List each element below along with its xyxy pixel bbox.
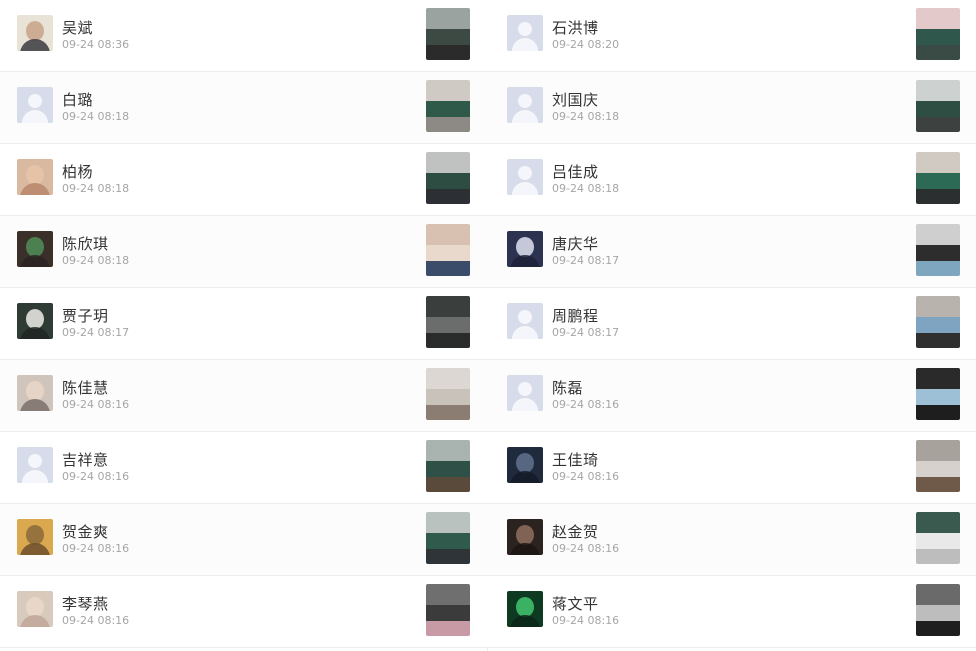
list-item[interactable]: 陈磊 09-24 08:16 — [488, 360, 976, 432]
check-in-time: 09-24 08:18 — [62, 110, 130, 123]
student-name: 陈佳慧 — [62, 379, 109, 397]
avatar[interactable] — [17, 375, 53, 411]
list-item[interactable]: 陈佳慧 09-24 08:16 — [0, 360, 488, 432]
check-in-photo-thumbnail[interactable] — [426, 440, 470, 492]
avatar[interactable] — [17, 303, 53, 339]
check-in-photo-thumbnail[interactable] — [916, 584, 960, 636]
avatar[interactable] — [17, 159, 53, 195]
avatar[interactable] — [17, 519, 53, 555]
right-column: 石洪博 09-24 08:20 刘国庆 09-24 08:18 吕佳成 09-24 08:… — [488, 0, 976, 651]
left-column: 吴斌 09-24 08:36 白璐 09-24 08:18 柏杨 09-24 08:18 陈… — [0, 0, 488, 651]
default-avatar-icon[interactable] — [507, 159, 543, 195]
check-in-time: 09-24 08:17 — [552, 254, 620, 267]
check-in-photo-thumbnail[interactable] — [426, 152, 470, 204]
check-in-time: 09-24 08:18 — [62, 254, 130, 267]
avatar[interactable] — [507, 591, 543, 627]
student-name: 周鹏程 — [552, 307, 599, 325]
check-in-time: 09-24 08:17 — [62, 326, 130, 339]
check-in-photo-thumbnail[interactable] — [916, 368, 960, 420]
list-item[interactable]: 吉祥意 09-24 08:16 — [0, 432, 488, 504]
check-in-time: 09-24 08:36 — [62, 38, 130, 51]
student-name: 石洪博 — [552, 19, 599, 37]
list-item[interactable]: 蒋文平 09-24 08:16 — [488, 576, 976, 648]
avatar[interactable] — [17, 591, 53, 627]
check-in-photo-thumbnail[interactable] — [426, 8, 470, 60]
check-in-time: 09-24 08:18 — [552, 110, 620, 123]
list-item[interactable]: 吕佳成 09-24 08:18 — [488, 144, 976, 216]
check-in-time: 09-24 08:17 — [552, 326, 620, 339]
list-item[interactable]: 刘国庆 09-24 08:18 — [488, 72, 976, 144]
check-in-photo-thumbnail[interactable] — [916, 152, 960, 204]
check-in-photo-thumbnail[interactable] — [426, 512, 470, 564]
list-item[interactable]: 王佳琦 09-24 08:16 — [488, 432, 976, 504]
check-in-time: 09-24 08:18 — [552, 182, 620, 195]
default-avatar-icon[interactable] — [507, 87, 543, 123]
student-name: 吴斌 — [62, 19, 94, 37]
check-in-time: 09-24 08:20 — [552, 38, 620, 51]
check-in-time: 09-24 08:18 — [62, 182, 130, 195]
list-item[interactable]: 吴斌 09-24 08:36 — [0, 0, 488, 72]
avatar[interactable] — [17, 231, 53, 267]
student-name: 李琴燕 — [62, 595, 109, 613]
list-item[interactable]: 陈欣琪 09-24 08:18 — [0, 216, 488, 288]
avatar[interactable] — [507, 231, 543, 267]
check-in-time: 09-24 08:16 — [552, 542, 620, 555]
avatar[interactable] — [507, 447, 543, 483]
avatar[interactable] — [507, 519, 543, 555]
check-in-time: 09-24 08:16 — [552, 614, 620, 627]
list-item[interactable]: 白璐 09-24 08:18 — [0, 72, 488, 144]
student-name: 贺金爽 — [62, 523, 109, 541]
student-name: 吕佳成 — [552, 163, 599, 181]
student-name: 刘国庆 — [552, 91, 599, 109]
check-in-photo-thumbnail[interactable] — [916, 512, 960, 564]
check-in-time: 09-24 08:16 — [62, 542, 130, 555]
check-in-time: 09-24 08:16 — [62, 398, 130, 411]
student-name: 白璐 — [62, 91, 94, 109]
student-name: 柏杨 — [62, 163, 94, 181]
check-in-photo-thumbnail[interactable] — [426, 296, 470, 348]
list-item[interactable]: 石洪博 09-24 08:20 — [488, 0, 976, 72]
check-in-photo-thumbnail[interactable] — [426, 224, 470, 276]
default-avatar-icon[interactable] — [507, 15, 543, 51]
avatar[interactable] — [17, 15, 53, 51]
list-item[interactable]: 贺金爽 09-24 08:16 — [0, 504, 488, 576]
default-avatar-icon[interactable] — [507, 375, 543, 411]
list-item[interactable]: 李琴燕 09-24 08:16 — [0, 576, 488, 648]
student-name: 唐庆华 — [552, 235, 599, 253]
check-in-photo-thumbnail[interactable] — [916, 80, 960, 132]
check-in-time: 09-24 08:16 — [62, 614, 130, 627]
check-in-time: 09-24 08:16 — [62, 470, 130, 483]
default-avatar-icon[interactable] — [17, 447, 53, 483]
list-item[interactable]: 柏杨 09-24 08:18 — [0, 144, 488, 216]
student-name: 王佳琦 — [552, 451, 599, 469]
list-item[interactable]: 周鹏程 09-24 08:17 — [488, 288, 976, 360]
check-in-photo-thumbnail[interactable] — [426, 80, 470, 132]
student-name: 赵金贺 — [552, 523, 599, 541]
list-item[interactable]: 唐庆华 09-24 08:17 — [488, 216, 976, 288]
check-in-time: 09-24 08:16 — [552, 398, 620, 411]
default-avatar-icon[interactable] — [17, 87, 53, 123]
attendance-grid: 吴斌 09-24 08:36 白璐 09-24 08:18 柏杨 09-24 08:18 陈… — [0, 0, 976, 651]
check-in-photo-thumbnail[interactable] — [426, 368, 470, 420]
student-name: 蒋文平 — [552, 595, 599, 613]
check-in-photo-thumbnail[interactable] — [916, 440, 960, 492]
check-in-time: 09-24 08:16 — [552, 470, 620, 483]
check-in-photo-thumbnail[interactable] — [916, 296, 960, 348]
student-name: 陈磊 — [552, 379, 584, 397]
check-in-photo-thumbnail[interactable] — [916, 224, 960, 276]
check-in-photo-thumbnail[interactable] — [426, 584, 470, 636]
check-in-photo-thumbnail[interactable] — [916, 8, 960, 60]
list-item[interactable]: 赵金贺 09-24 08:16 — [488, 504, 976, 576]
student-name: 吉祥意 — [62, 451, 109, 469]
student-name: 陈欣琪 — [62, 235, 109, 253]
student-name: 贾子玥 — [62, 307, 109, 325]
list-item[interactable]: 贾子玥 09-24 08:17 — [0, 288, 488, 360]
default-avatar-icon[interactable] — [507, 303, 543, 339]
